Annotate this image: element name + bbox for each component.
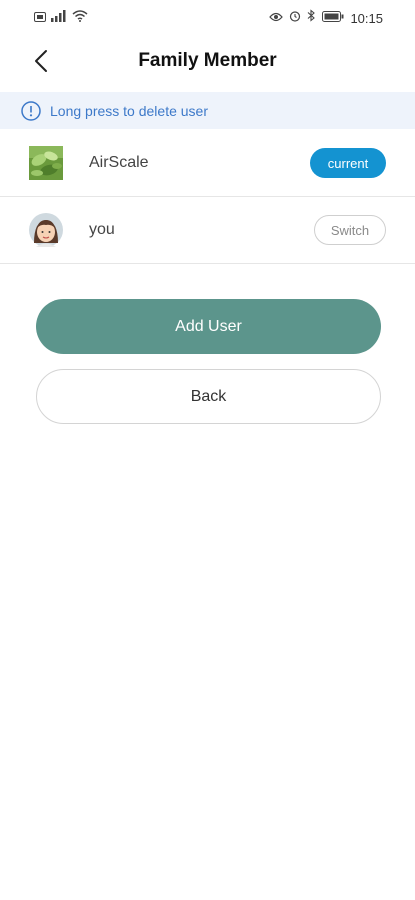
sim-icon [34,9,46,27]
user-name: you [89,221,115,238]
wifi-icon [72,9,88,27]
info-text: Long press to delete user [50,102,208,119]
current-badge: current [310,148,386,178]
status-left [34,9,88,27]
status-right: 10:15 [269,9,383,27]
status-bar: 10:15 [0,0,415,34]
battery-icon [322,9,344,27]
leaf-photo-avatar [29,146,63,180]
status-time: 10:15 [350,10,383,26]
switch-button[interactable]: Switch [314,215,386,245]
alarm-icon [289,9,301,27]
user-name: AirScale [89,154,149,171]
add-user-button[interactable]: Add User [36,299,381,354]
header: Family Member [0,38,415,86]
info-banner: Long press to delete user [0,92,415,129]
page-title: Family Member [138,50,277,71]
info-icon [21,100,41,121]
back-button[interactable]: Back [36,369,381,424]
user-row-airscale[interactable]: AirScale current [0,130,415,197]
eye-icon [269,9,284,27]
user-row-you[interactable]: you Switch [0,197,415,264]
girl-avatar [29,213,63,247]
bluetooth-icon [307,9,316,27]
signal-icon [51,9,67,27]
